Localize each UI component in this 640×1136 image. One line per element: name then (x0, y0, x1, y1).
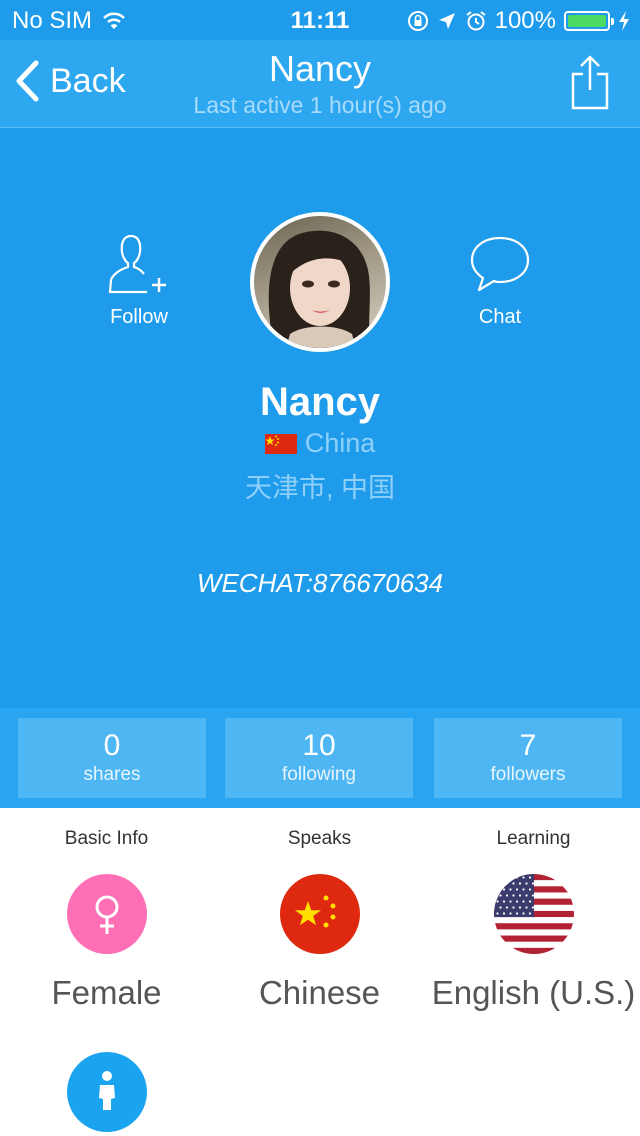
battery-level (568, 15, 606, 27)
battery-icon (564, 11, 614, 31)
speaks-value: Chinese (258, 974, 381, 1011)
country-label: China (304, 428, 376, 458)
learning-heading: Learning (496, 828, 571, 849)
avatar[interactable] (250, 212, 390, 352)
rotation-lock-icon (407, 11, 428, 31)
china-flag-icon (280, 874, 360, 954)
gender-value: Female (51, 974, 162, 1011)
follow-label: Follow (110, 306, 168, 328)
battery-percent: 100% (494, 7, 556, 34)
country-row: China (0, 428, 640, 459)
stat-value: 0 (103, 729, 121, 762)
chat-bubble-icon (470, 236, 530, 292)
stat-label: following (282, 764, 356, 785)
stat-followers[interactable]: 7 followers (434, 718, 622, 798)
stat-label: followers (490, 764, 566, 785)
alarm-icon (466, 11, 486, 31)
child-icon (67, 1052, 147, 1132)
last-active-label: Last active 1 hour(s) ago (193, 92, 447, 118)
location-icon (438, 13, 455, 29)
nav-bar: Back Nancy Last active 1 hour(s) ago (0, 40, 640, 128)
stats-bar: 0 shares 10 following 7 followers (0, 708, 640, 808)
stat-value: 10 (302, 729, 336, 762)
follow-button[interactable]: Follow (69, 232, 209, 329)
profile-photo (268, 230, 372, 348)
chat-button[interactable]: Chat (430, 232, 570, 329)
basic-info-heading: Basic Info (64, 828, 149, 849)
share-button[interactable] (570, 54, 610, 115)
chat-label: Chat (478, 306, 522, 328)
charging-icon (619, 11, 629, 31)
female-icon (67, 874, 147, 954)
stat-value: 7 (519, 729, 537, 762)
status-bar: No SIM 11:11 100% (0, 0, 640, 40)
learning-value: English (U.S.) (431, 974, 636, 1011)
stat-shares[interactable]: 0 shares (18, 718, 206, 798)
add-user-icon (108, 234, 166, 294)
share-icon (571, 55, 609, 110)
city-label: 天津市, 中国 (244, 473, 395, 503)
stat-label: shares (83, 764, 141, 785)
profile-name: Nancy (259, 380, 381, 424)
usa-flag-icon (494, 874, 574, 954)
speaks-heading: Speaks (287, 828, 352, 849)
wechat-id: WECHAT:876670634 (196, 568, 444, 598)
page-title: Nancy (268, 48, 372, 89)
china-flag-icon (264, 433, 297, 454)
stat-following[interactable]: 10 following (225, 718, 413, 798)
